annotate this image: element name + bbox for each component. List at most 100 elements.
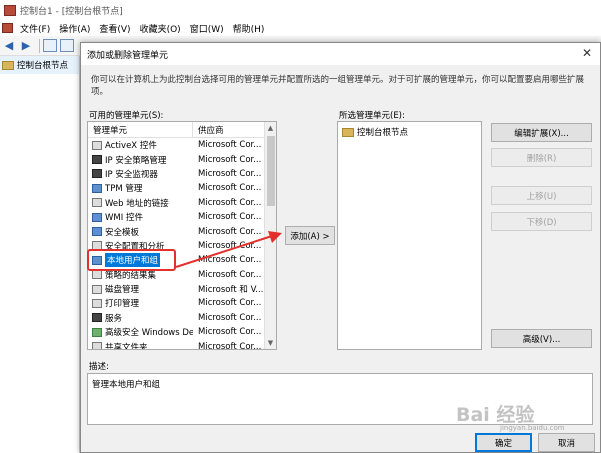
activex-icon <box>92 140 102 150</box>
baidu-watermark-url: jingyan.baidu.com <box>500 424 565 432</box>
snapin-name: ActiveX 控件 <box>105 141 157 152</box>
snapin-name-cell: 磁盘管理 <box>88 283 193 295</box>
mmc-app-icon <box>4 4 16 16</box>
annotation-highlight-box <box>87 249 176 271</box>
selected-snapins-list[interactable]: 控制台根节点 <box>337 121 482 350</box>
cancel-button[interactable]: 取消 <box>538 433 595 452</box>
snapin-name: 打印管理 <box>105 299 140 310</box>
snapin-name-cell: 共享文件夹 <box>88 341 193 350</box>
selected-snapins-label: 所选管理单元(E): <box>339 111 405 121</box>
table-row[interactable]: 高级安全 Windows De... Microsoft Cor... <box>88 325 276 339</box>
shared-folder-icon <box>92 342 102 349</box>
back-arrow-icon[interactable]: ◀ <box>2 39 16 53</box>
scroll-up-icon[interactable]: ▲ <box>265 122 276 134</box>
table-row[interactable]: IP 安全策略管理 Microsoft Cor... <box>88 152 276 166</box>
title-bar: 控制台1 - [控制台根节点] <box>0 0 601 20</box>
firewall-icon <box>92 327 102 337</box>
snapin-name-cell: 安全模板 <box>88 226 193 238</box>
table-row[interactable]: 服务 Microsoft Cor... <box>88 311 276 325</box>
scroll-down-icon[interactable]: ▼ <box>265 337 276 349</box>
ok-button[interactable]: 确定 <box>475 433 532 452</box>
table-row[interactable]: 安全模板 Microsoft Cor... <box>88 224 276 238</box>
vertical-scrollbar[interactable]: ▲ ▼ <box>264 122 276 349</box>
snapin-name: IP 安全策略管理 <box>105 155 167 166</box>
disk-icon <box>92 284 102 294</box>
snapin-name: 服务 <box>105 313 123 324</box>
list-item[interactable]: 控制台根节点 <box>338 125 481 139</box>
folder-icon <box>342 127 354 137</box>
menu-view[interactable]: 查看(V) <box>96 22 136 35</box>
window-title: 控制台1 - [控制台根节点] <box>20 6 123 17</box>
menu-bar: 文件(F) 操作(A) 查看(V) 收藏夹(O) 窗口(W) 帮助(H) <box>0 20 601 36</box>
description-text: 管理本地用户和组 <box>92 380 161 390</box>
menu-help[interactable]: 帮助(H) <box>230 22 271 35</box>
export-list-icon[interactable] <box>60 39 74 52</box>
snapin-name-cell: ActiveX 控件 <box>88 139 193 151</box>
toolbar-separator <box>39 38 40 53</box>
scroll-thumb[interactable] <box>267 136 275 206</box>
add-remove-snapins-dialog: 添加或删除管理单元 ✕ 你可以在计算机上为此控制台选择可用的管理单元并配置所选的… <box>80 42 601 453</box>
menu-action[interactable]: 操作(A) <box>56 22 96 35</box>
policy-result-icon <box>92 270 102 280</box>
forward-arrow-icon[interactable]: ▶ <box>19 39 33 53</box>
available-snapins-label: 可用的管理单元(S): <box>89 111 164 121</box>
description-label: 描述: <box>89 362 109 372</box>
snapin-name: 安全模板 <box>105 227 140 238</box>
move-down-button[interactable]: 下移(D) <box>491 212 592 231</box>
snapin-name-cell: TPM 管理 <box>88 182 193 194</box>
printer-icon <box>92 298 102 308</box>
table-row[interactable]: Web 地址的链接 Microsoft Cor... <box>88 196 276 210</box>
table-row[interactable]: IP 安全监视器 Microsoft Cor... <box>88 167 276 181</box>
table-row[interactable]: 打印管理 Microsoft Cor... <box>88 296 276 310</box>
services-icon <box>92 313 102 323</box>
menu-app-icon[interactable] <box>2 23 13 33</box>
available-snapins-list[interactable]: 管理单元 供应商 ActiveX 控件 Microsoft Cor... IP 安全… <box>87 121 277 350</box>
ip-security-policy-icon <box>92 155 102 165</box>
snapin-name: 高级安全 Windows De... <box>105 328 193 339</box>
selected-snapin-name: 控制台根节点 <box>357 128 409 139</box>
web-link-icon <box>92 198 102 208</box>
wmi-icon <box>92 212 102 222</box>
ip-security-monitor-icon <box>92 169 102 179</box>
dialog-title-bar: 添加或删除管理单元 <box>81 43 600 65</box>
snapin-name-cell: WMI 控件 <box>88 211 193 223</box>
list-header: 管理单元 供应商 <box>88 122 276 138</box>
close-icon[interactable]: ✕ <box>580 46 594 60</box>
snapin-name-cell: 打印管理 <box>88 297 193 309</box>
dialog-title: 添加或删除管理单元 <box>87 50 169 61</box>
menu-favorites[interactable]: 收藏夹(O) <box>137 22 187 35</box>
dialog-description: 你可以在计算机上为此控制台选择可用的管理单元并配置所选的一组管理单元。对于可扩展… <box>91 75 585 97</box>
tree-node-console-root[interactable]: 控制台根节点 <box>0 56 79 74</box>
snapin-name: 磁盘管理 <box>105 285 140 296</box>
tree-node-label: 控制台根节点 <box>17 61 69 71</box>
table-row[interactable]: ActiveX 控件 Microsoft Cor... <box>88 138 276 152</box>
snapin-name-cell: 高级安全 Windows De... <box>88 326 193 338</box>
snapin-name: TPM 管理 <box>105 184 143 195</box>
menu-window[interactable]: 窗口(W) <box>187 22 230 35</box>
menu-file[interactable]: 文件(F) <box>17 22 56 35</box>
snapin-name: Web 地址的链接 <box>105 198 169 209</box>
column-header-name[interactable]: 管理单元 <box>88 122 193 137</box>
add-button[interactable]: 添加(A) > <box>285 226 335 245</box>
snapin-name: 共享文件夹 <box>105 342 148 350</box>
snapin-name: WMI 控件 <box>105 213 143 224</box>
table-row[interactable]: TPM 管理 Microsoft Cor... <box>88 181 276 195</box>
snapin-name-cell: Web 地址的链接 <box>88 197 193 209</box>
snapin-rows: ActiveX 控件 Microsoft Cor... IP 安全策略管理 Micro… <box>88 138 276 350</box>
edit-extensions-button[interactable]: 编辑扩展(X)... <box>491 123 592 142</box>
snapin-name-cell: 服务 <box>88 312 193 324</box>
tpm-icon <box>92 183 102 193</box>
table-row[interactable]: WMI 控件 Microsoft Cor... <box>88 210 276 224</box>
table-row[interactable]: 磁盘管理 Microsoft 和 V... <box>88 282 276 296</box>
table-row[interactable]: 共享文件夹 Microsoft Cor... <box>88 339 276 350</box>
remove-button[interactable]: 删除(R) <box>491 148 592 167</box>
snapin-name-cell: IP 安全监视器 <box>88 168 193 180</box>
advanced-button[interactable]: 高级(V)... <box>491 329 592 348</box>
show-hide-tree-icon[interactable] <box>43 39 57 52</box>
console-tree: 控制台根节点 <box>0 56 80 453</box>
snapin-name-cell: IP 安全策略管理 <box>88 154 193 166</box>
folder-icon <box>2 60 14 70</box>
move-up-button[interactable]: 上移(U) <box>491 186 592 205</box>
snapin-name: IP 安全监视器 <box>105 169 158 180</box>
security-template-icon <box>92 227 102 237</box>
